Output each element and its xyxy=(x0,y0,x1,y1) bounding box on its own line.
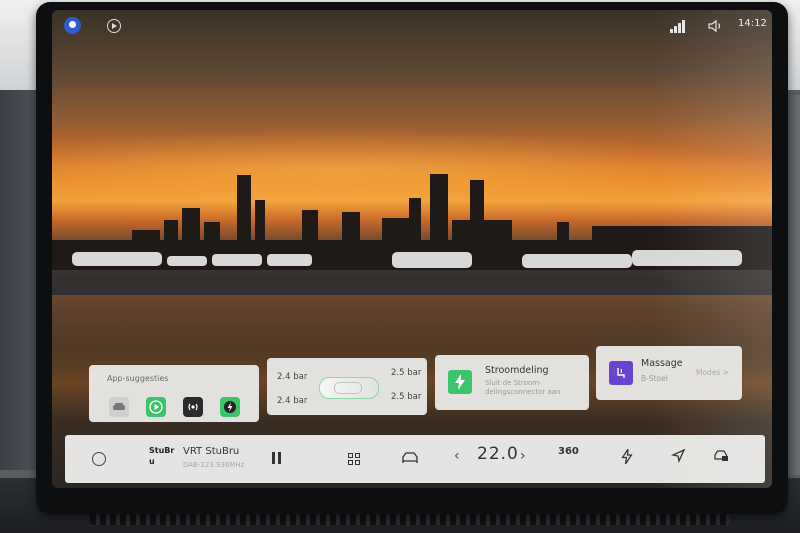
lightning-bolt-icon xyxy=(448,370,472,394)
massage-seat-subtitle: B-Stoel xyxy=(641,374,668,383)
home-button[interactable] xyxy=(92,452,106,466)
massage-card[interactable]: Massage B-Stoel Modes > xyxy=(596,346,742,400)
station-name[interactable]: VRT StuBru xyxy=(183,446,239,457)
bottom-dock: StuBru VRT StuBru DAB-223.936MHz ‹ 22.0 … xyxy=(65,435,765,483)
signal-strength-icon xyxy=(670,19,686,33)
station-frequency: DAB-223.936MHz xyxy=(183,461,245,469)
media-play-icon[interactable] xyxy=(107,19,121,33)
infotainment-screen: 14:12 App-suggesties 2.4 bar 2.5 bar 2.4… xyxy=(52,10,772,488)
station-logo: StuBru xyxy=(149,446,175,466)
power-sharing-card[interactable]: Stroomdeling Sluit de Stroom-delingsconn… xyxy=(435,355,589,410)
app-suggestions-card[interactable]: App-suggesties xyxy=(89,365,259,422)
tire-front-left: 2.4 bar xyxy=(277,372,308,382)
energy-bolt-icon[interactable] xyxy=(621,449,633,464)
navigation-arrow-icon[interactable] xyxy=(671,448,686,463)
carplay-play-icon[interactable] xyxy=(146,397,166,417)
car-service-icon[interactable] xyxy=(109,397,129,417)
screen-glare xyxy=(652,10,772,488)
camera-360-icon[interactable]: 360 xyxy=(558,446,579,457)
tire-pressure-card[interactable]: 2.4 bar 2.5 bar 2.4 bar 2.5 bar xyxy=(267,358,427,415)
car-top-view-icon xyxy=(319,377,379,399)
power-sharing-title: Stroomdeling xyxy=(485,365,549,376)
temperature-down-button[interactable]: ‹ xyxy=(454,448,460,464)
radio-waves-icon[interactable] xyxy=(183,397,203,417)
vehicle-lock-icon[interactable] xyxy=(713,448,729,463)
status-bar: 14:12 xyxy=(52,10,772,40)
user-avatar[interactable] xyxy=(64,17,81,34)
clock: 14:12 xyxy=(738,18,767,29)
apps-grid-icon[interactable] xyxy=(348,453,360,465)
tire-rear-right: 2.5 bar xyxy=(391,392,422,402)
massage-modes-link[interactable]: Modes > xyxy=(696,368,729,377)
pause-icon[interactable] xyxy=(272,452,282,464)
vehicle-icon[interactable] xyxy=(401,451,419,465)
massage-title: Massage xyxy=(641,358,683,369)
temperature-up-button[interactable]: › xyxy=(520,448,526,464)
seat-massage-icon xyxy=(609,361,633,385)
charging-bolt-icon[interactable] xyxy=(220,397,240,417)
tire-rear-left: 2.4 bar xyxy=(277,396,308,406)
tire-front-right: 2.5 bar xyxy=(391,368,422,378)
power-sharing-subtitle: Sluit de Stroom-delingsconnector aan xyxy=(485,379,561,396)
temperature-value: 22.0 xyxy=(477,444,519,464)
volume-icon[interactable] xyxy=(707,19,723,33)
dashboard-left xyxy=(0,90,40,470)
app-suggestions-title: App-suggesties xyxy=(107,374,169,383)
